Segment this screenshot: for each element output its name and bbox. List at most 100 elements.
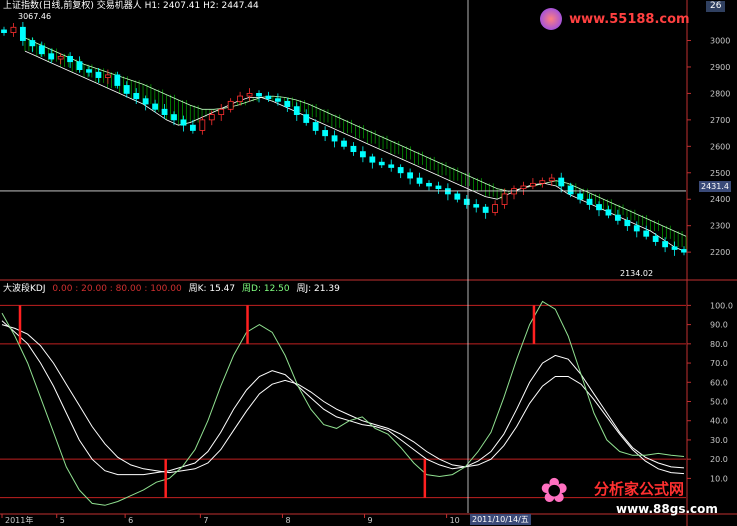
x-tick-label: 5: [60, 516, 65, 525]
candle-body: [331, 135, 338, 142]
candle-body: [369, 156, 376, 163]
candle-body: [482, 206, 489, 213]
kdj-tick-label: 20.0: [710, 455, 728, 464]
candle-body: [378, 161, 385, 166]
x-tick-label: 9: [368, 516, 373, 525]
candle-body: [10, 26, 17, 33]
kdj-tick-label: 60.0: [710, 378, 728, 387]
kdj-tick-label: 80.0: [710, 340, 728, 349]
candle-body: [624, 219, 631, 227]
kdj-tick-label: 90.0: [710, 321, 728, 330]
candle-body: [246, 93, 253, 97]
candle-body: [86, 69, 92, 73]
candle-body: [104, 74, 111, 78]
h2-value: H2: 2447.44: [203, 1, 259, 11]
price-tick-label: 2400: [710, 195, 730, 204]
candle-body: [416, 177, 423, 184]
x-tick-label: 6: [128, 516, 133, 525]
price-tick-label: 2600: [710, 142, 730, 151]
indicator-name: 交易机器人: [96, 1, 142, 11]
candle-body: [548, 177, 555, 182]
candle-body: [586, 198, 593, 205]
price-tick-label: 2500: [710, 169, 730, 178]
kdj-k: 周K: 15.47: [188, 284, 236, 294]
candle-body: [322, 130, 329, 137]
candle-body: [38, 45, 45, 55]
candle-body: [492, 204, 499, 213]
flower-icon: ✿: [540, 471, 569, 511]
candle-body: [237, 95, 244, 102]
candle-body: [284, 100, 291, 108]
candle-body: [142, 98, 149, 105]
candle-body: [539, 180, 546, 184]
candle-body: [123, 85, 130, 94]
candle-body: [1, 29, 7, 33]
candle-body: [114, 74, 121, 86]
candle-body: [633, 225, 640, 232]
candle-body: [671, 246, 678, 250]
x-tick-label: 7: [203, 516, 208, 525]
kdj-j: 周J: 21.39: [296, 284, 340, 294]
low-marker: 2134.02: [620, 269, 654, 278]
h1-value: H1: 2407.41: [144, 1, 201, 11]
candle-body: [199, 119, 206, 131]
candle-body: [407, 172, 414, 179]
candle-body: [454, 193, 461, 200]
candle-body: [133, 93, 140, 100]
candle-body: [227, 100, 234, 110]
x-tick-label: 2011年: [5, 515, 33, 525]
candle-body: [463, 198, 470, 205]
candle-body: [681, 249, 687, 253]
candle-body: [208, 114, 215, 121]
crosshair-date: 2011/10/14/五: [470, 514, 531, 525]
candle-body: [596, 204, 602, 211]
x-tick-label: 8: [285, 516, 290, 525]
candle-body: [95, 71, 102, 78]
candle-body: [577, 193, 584, 200]
candle-body: [520, 185, 527, 190]
stock-chart[interactable]: 300029002800270026002500240023002200100.…: [0, 0, 737, 526]
candle-body: [614, 214, 621, 221]
candle-body: [57, 55, 64, 60]
bottom-watermark-url: www.88gs.com: [616, 502, 718, 516]
candle-body: [274, 98, 281, 102]
candle-body: [312, 122, 319, 131]
kdj-d: 周D: 12.50: [242, 284, 290, 294]
kdj-header: 大波段KDJ 0.00 : 20.00 : 80.00 : 100.00 周K:…: [3, 284, 340, 295]
kdj-tick-label: 100.0: [710, 301, 733, 310]
kdj-tick-label: 40.0: [710, 417, 728, 426]
candle-body: [29, 40, 36, 47]
candle-body: [558, 177, 565, 187]
candle-body: [303, 114, 310, 123]
candle-body: [265, 95, 272, 100]
candle-body: [388, 164, 395, 168]
candle-body: [189, 124, 196, 131]
price-tick-label: 2800: [710, 89, 730, 98]
candle-body: [397, 167, 404, 174]
logo-icon: [540, 8, 562, 30]
high-marker: 3067.46: [18, 12, 52, 21]
bottom-watermark-title: 分析家公式网: [594, 480, 685, 498]
candle-body: [359, 151, 366, 158]
kdj-tick-label: 30.0: [710, 436, 728, 445]
candle-body: [605, 209, 612, 216]
price-tick-label: 3000: [710, 37, 730, 46]
candle-body: [218, 108, 225, 115]
candle-body: [152, 103, 159, 110]
top-watermark: www.55188.com: [540, 8, 690, 32]
candle-body: [19, 26, 26, 41]
kdj-name: 大波段KDJ: [3, 284, 46, 294]
candle-body: [435, 185, 442, 190]
candle-body: [293, 106, 300, 115]
corner-value: 26: [706, 1, 726, 12]
candle-body: [662, 241, 669, 248]
candle-body: [256, 93, 262, 97]
price-tick-label: 2900: [710, 63, 730, 72]
price-tick-label: 2300: [710, 222, 730, 231]
kdj-tick-label: 50.0: [710, 398, 728, 407]
candle-body: [426, 182, 432, 187]
bottom-watermark: ✿ 分析家公式网 www.88gs.com: [540, 472, 735, 522]
candle-body: [341, 140, 347, 147]
top-watermark-url: www.55188.com: [569, 11, 690, 27]
candle-body: [501, 193, 508, 205]
